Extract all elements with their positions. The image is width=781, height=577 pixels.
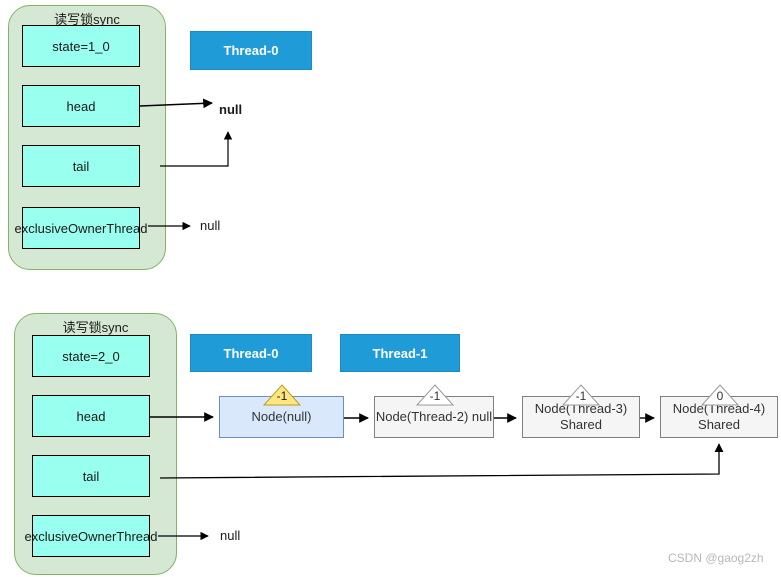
owner-target-label-2: null (220, 528, 241, 543)
wait-status-badge-0: -1 (262, 383, 302, 407)
thread-box-2-0: Thread-0 (190, 334, 312, 372)
node-box-0-label: Node(null) (251, 409, 312, 424)
wait-status-badge-3: 0 (700, 383, 740, 407)
thread-box-1-0-label: Thread-0 (223, 43, 279, 58)
wait-status-badge-2-value: -1 (575, 389, 587, 403)
field-head-2-label: head (76, 408, 106, 424)
field-state-2: state=2_0 (32, 335, 150, 377)
field-state-2-label: state=2_0 (62, 348, 120, 364)
field-exclusive-owner-thread-2: exclusiveOwnerThread (25, 515, 157, 557)
owner-target-label-1: null (200, 218, 221, 233)
field-head-1: head (22, 85, 140, 127)
watermark: CSDN @gaog2zh (668, 551, 764, 565)
thread-box-2-0-label: Thread-0 (223, 345, 279, 361)
field-tail-1: tail (22, 145, 140, 187)
arrow-tail-to-null-1 (160, 131, 233, 167)
head-target-label-1: null (219, 102, 243, 117)
wait-status-badge-2: -1 (561, 383, 601, 407)
field-head-1-label: head (66, 98, 96, 114)
field-exclusive-owner-thread-2-label: exclusiveOwnerThread (24, 528, 158, 544)
wait-status-badge-1-value: -1 (429, 389, 441, 403)
wait-status-badge-0-value: -1 (276, 389, 288, 403)
thread-box-2-1: Thread-1 (340, 334, 460, 372)
field-tail-2-label: tail (82, 468, 100, 484)
field-exclusive-owner-thread-1-label: exclusiveOwnerThread (14, 220, 148, 236)
wait-status-badge-3-value: 0 (716, 389, 724, 403)
node-box-1-label: Node(Thread-2) null (375, 409, 493, 424)
thread-box-2-1-label: Thread-1 (372, 345, 428, 361)
diagram-canvas: 读写锁sync state=1_0 head tail exclusiveOwn… (0, 0, 781, 577)
field-state-1: state=1_0 (22, 25, 140, 67)
field-tail-2: tail (32, 455, 150, 497)
sync-title-2: 读写锁sync (62, 320, 129, 335)
field-head-2: head (32, 395, 150, 437)
field-tail-1-label: tail (72, 158, 90, 174)
thread-box-1-0: Thread-0 (190, 31, 312, 70)
arrow-tail-to-node3 (159, 443, 724, 479)
field-state-1-label: state=1_0 (52, 38, 110, 54)
field-exclusive-owner-thread-1: exclusiveOwnerThread (15, 207, 147, 249)
wait-status-badge-1: -1 (415, 383, 455, 407)
